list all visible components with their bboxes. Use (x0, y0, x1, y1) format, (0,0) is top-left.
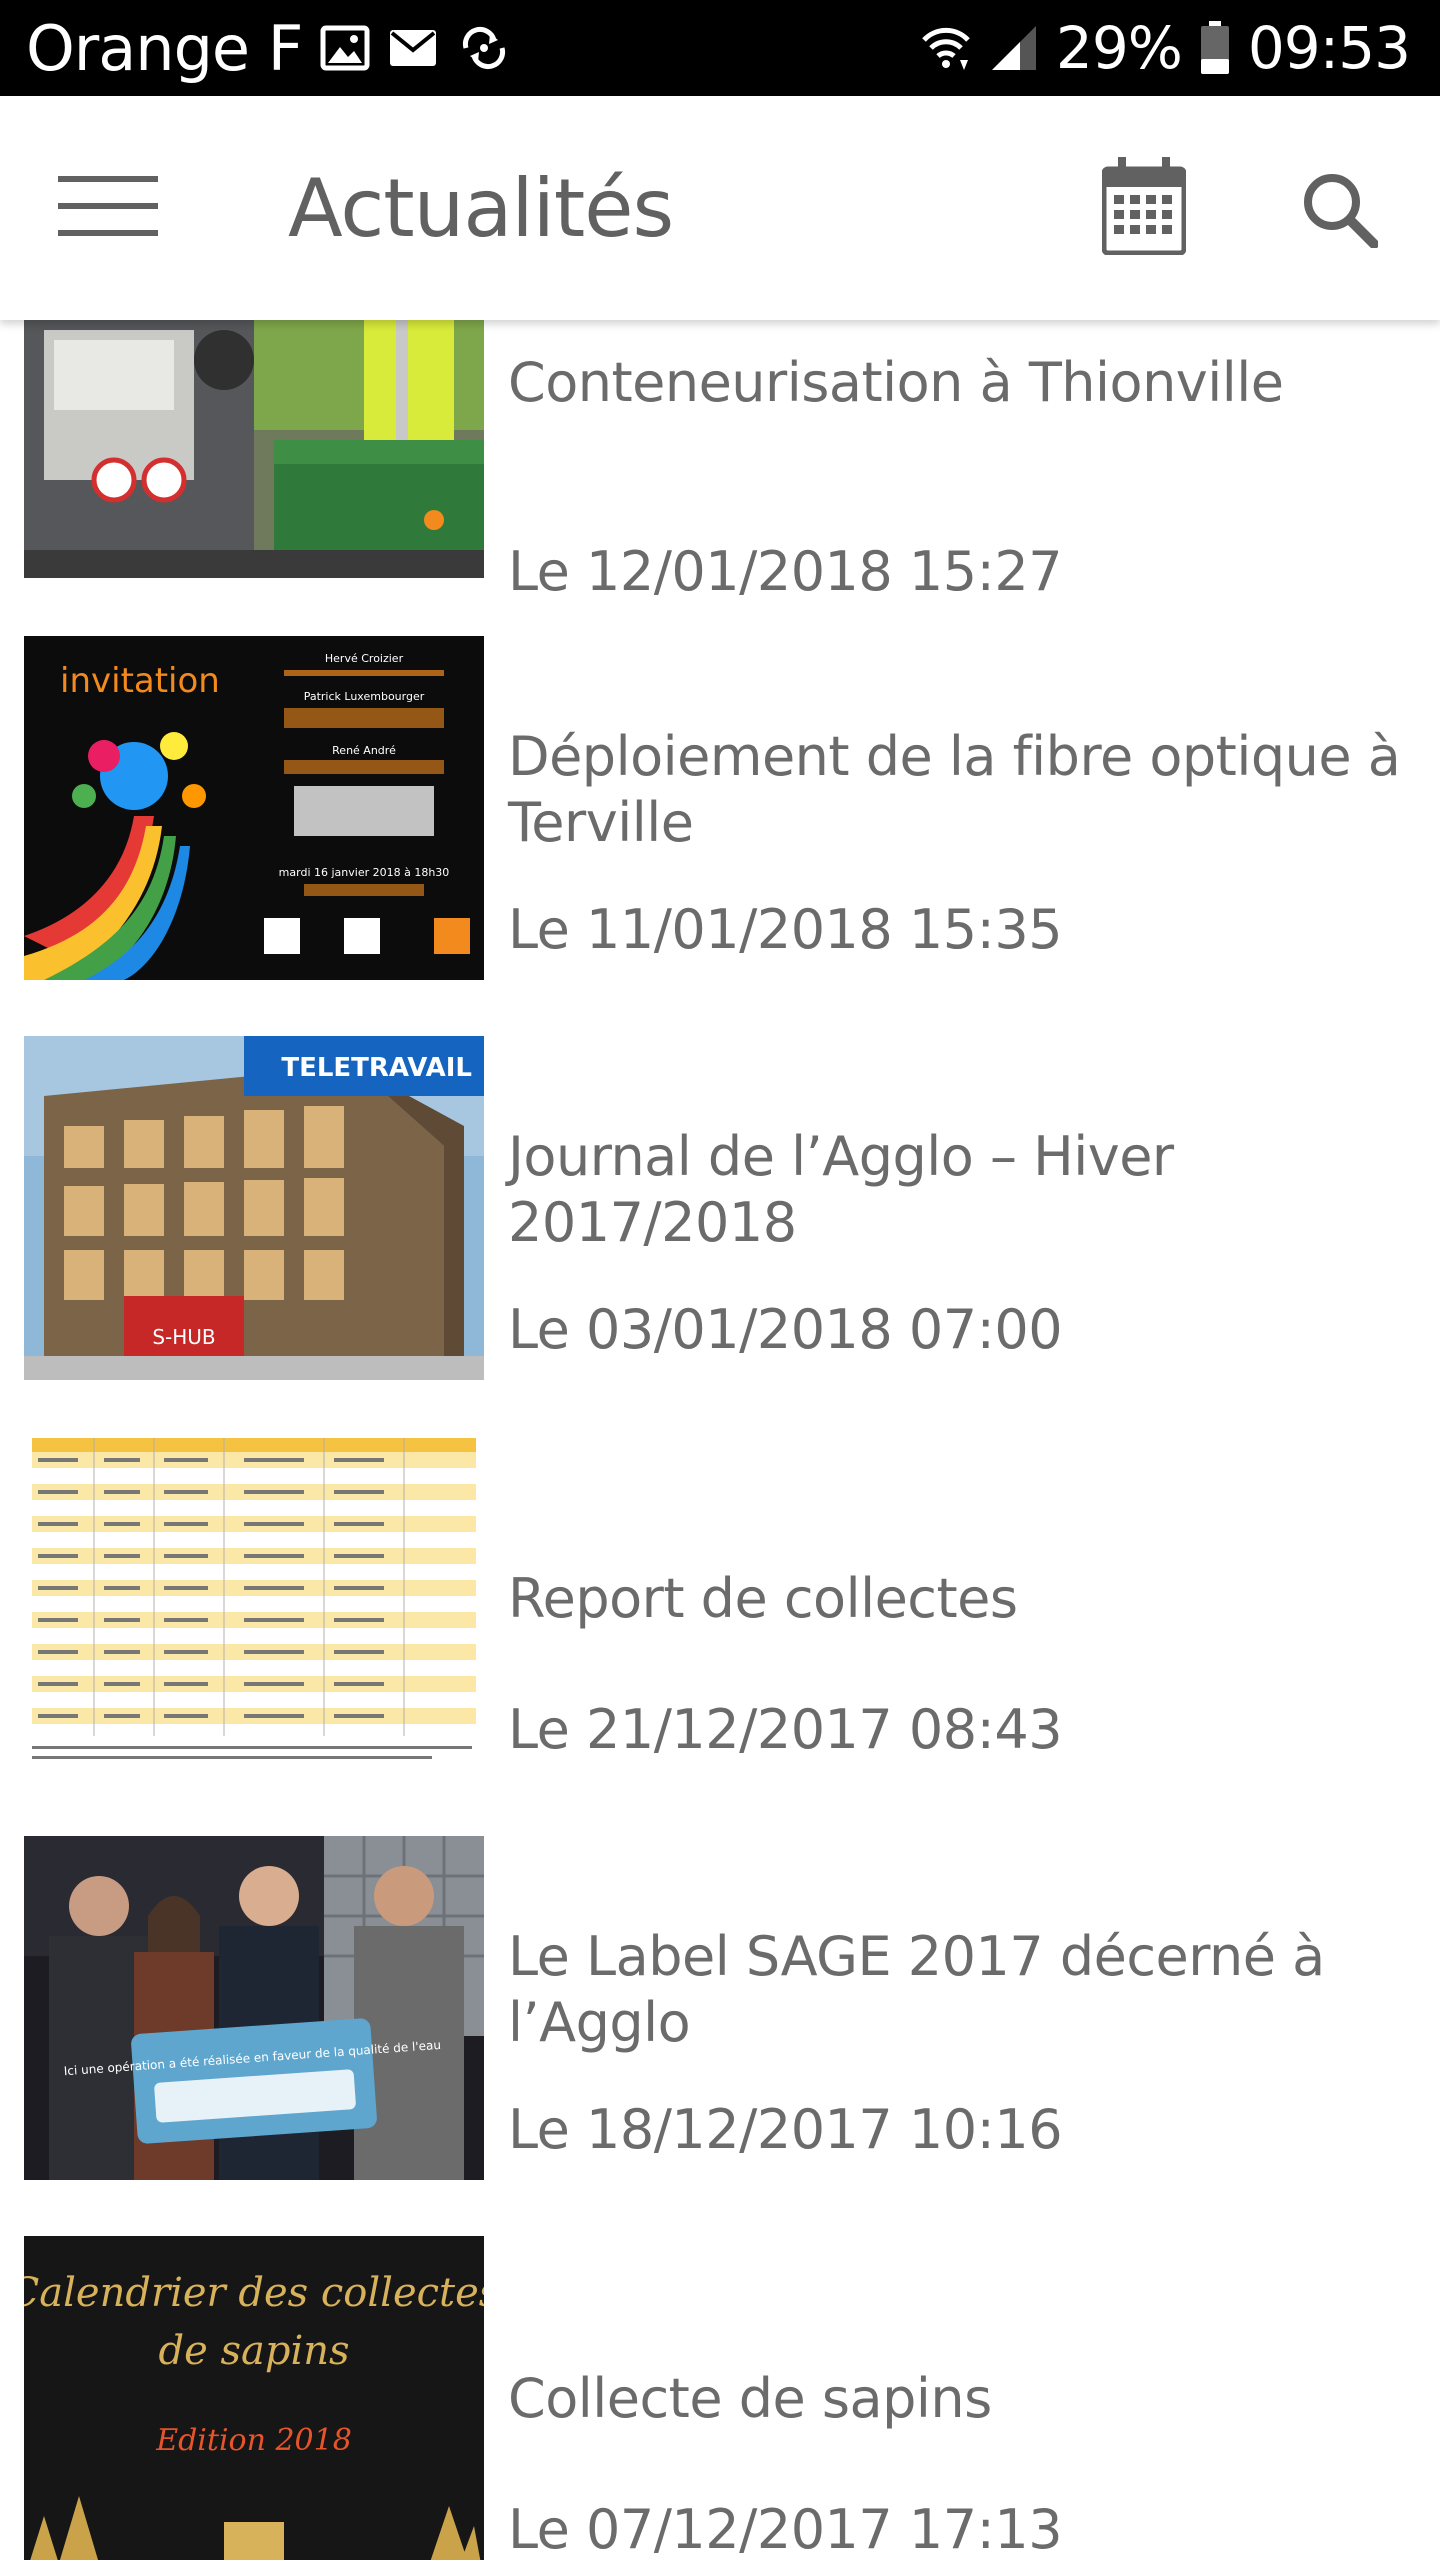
mail-icon (388, 28, 438, 68)
news-thumbnail: S-HUB TELETRAVAIL (24, 1036, 484, 1380)
status-right: 29% 09:53 (920, 14, 1411, 82)
news-thumbnail (24, 1436, 484, 1780)
news-item[interactable]: invitation Hervé Croizier Patrick Luxemb… (0, 636, 1440, 1036)
menu-button[interactable] (52, 168, 164, 248)
calendar-button[interactable] (1094, 156, 1194, 260)
battery-percent: 29% (1055, 14, 1183, 82)
clock: 09:53 (1247, 14, 1411, 82)
app-bar: Actualités (0, 96, 1440, 320)
invitation-host1: Hervé Croizier (325, 652, 404, 665)
page-title: Actualités (288, 162, 674, 255)
news-date: Le 21/12/2017 08:43 (508, 1698, 1063, 1761)
sapins-line3: Edition 2018 (155, 2423, 352, 2458)
invitation-heading: invitation (60, 661, 220, 701)
news-date: Le 07/12/2017 17:13 (508, 2498, 1063, 2560)
search-icon (1302, 172, 1379, 253)
signal-icon (990, 24, 1038, 72)
shub-sign: S-HUB (152, 1325, 215, 1349)
invitation-host2: Patrick Luxembourger (304, 690, 425, 703)
news-item[interactable]: Report de collectes Le 21/12/2017 08:43 (0, 1436, 1440, 1836)
calendar-icon (1101, 156, 1187, 260)
news-date: Le 03/01/2018 07:00 (508, 1298, 1063, 1361)
menu-icon (58, 174, 158, 243)
news-title: Report de collectes (508, 1567, 1018, 1630)
news-item[interactable]: S-HUB TELETRAVAIL Journal de l’Agglo – H… (0, 1036, 1440, 1436)
news-title: Conteneurisation à Thionville (508, 351, 1284, 414)
news-thumbnail: Calendrier des collectes de sapins Editi… (24, 2236, 484, 2560)
wifi-icon (920, 24, 972, 72)
news-date: Le 18/12/2017 10:16 (508, 2098, 1063, 2161)
news-title: Collecte de sapins (508, 2367, 992, 2430)
sapins-line1: Calendrier des collectes (24, 2270, 484, 2316)
status-left: Orange F (26, 12, 512, 85)
invitation-host3: René André (332, 744, 396, 757)
news-title: Le Label SAGE 2017 décerné à l’Agglo (508, 1925, 1325, 2054)
news-date: Le 12/01/2018 15:27 (508, 540, 1063, 603)
teletravail-banner: TELETRAVAIL (281, 1053, 472, 1083)
battery-icon (1200, 21, 1230, 75)
news-item[interactable]: Ici une opération a été réalisée en fave… (0, 1836, 1440, 2236)
news-title: Déploiement de la fibre optique à Tervil… (508, 725, 1401, 854)
news-date: Le 11/01/2018 15:35 (508, 898, 1063, 961)
news-thumbnail (24, 320, 484, 578)
sapins-line2: de sapins (158, 2328, 349, 2374)
news-thumbnail: invitation Hervé Croizier Patrick Luxemb… (24, 636, 484, 980)
news-item[interactable]: Calendrier des collectes de sapins Editi… (0, 2236, 1440, 2560)
news-thumbnail: Ici une opération a été réalisée en fave… (24, 1836, 484, 2180)
carrier-name: Orange F (26, 11, 303, 85)
search-button[interactable] (1290, 162, 1390, 262)
image-icon (320, 25, 370, 71)
status-bar: Orange F 29% 09:53 (0, 0, 1440, 96)
sync-icon (456, 26, 512, 70)
news-list: Conteneurisation à Thionville Le 12/01/2… (0, 320, 1440, 2560)
invitation-date: mardi 16 janvier 2018 à 18h30 (279, 866, 450, 879)
news-title: Journal de l’Agglo – Hiver 2017/2018 (508, 1125, 1174, 1254)
